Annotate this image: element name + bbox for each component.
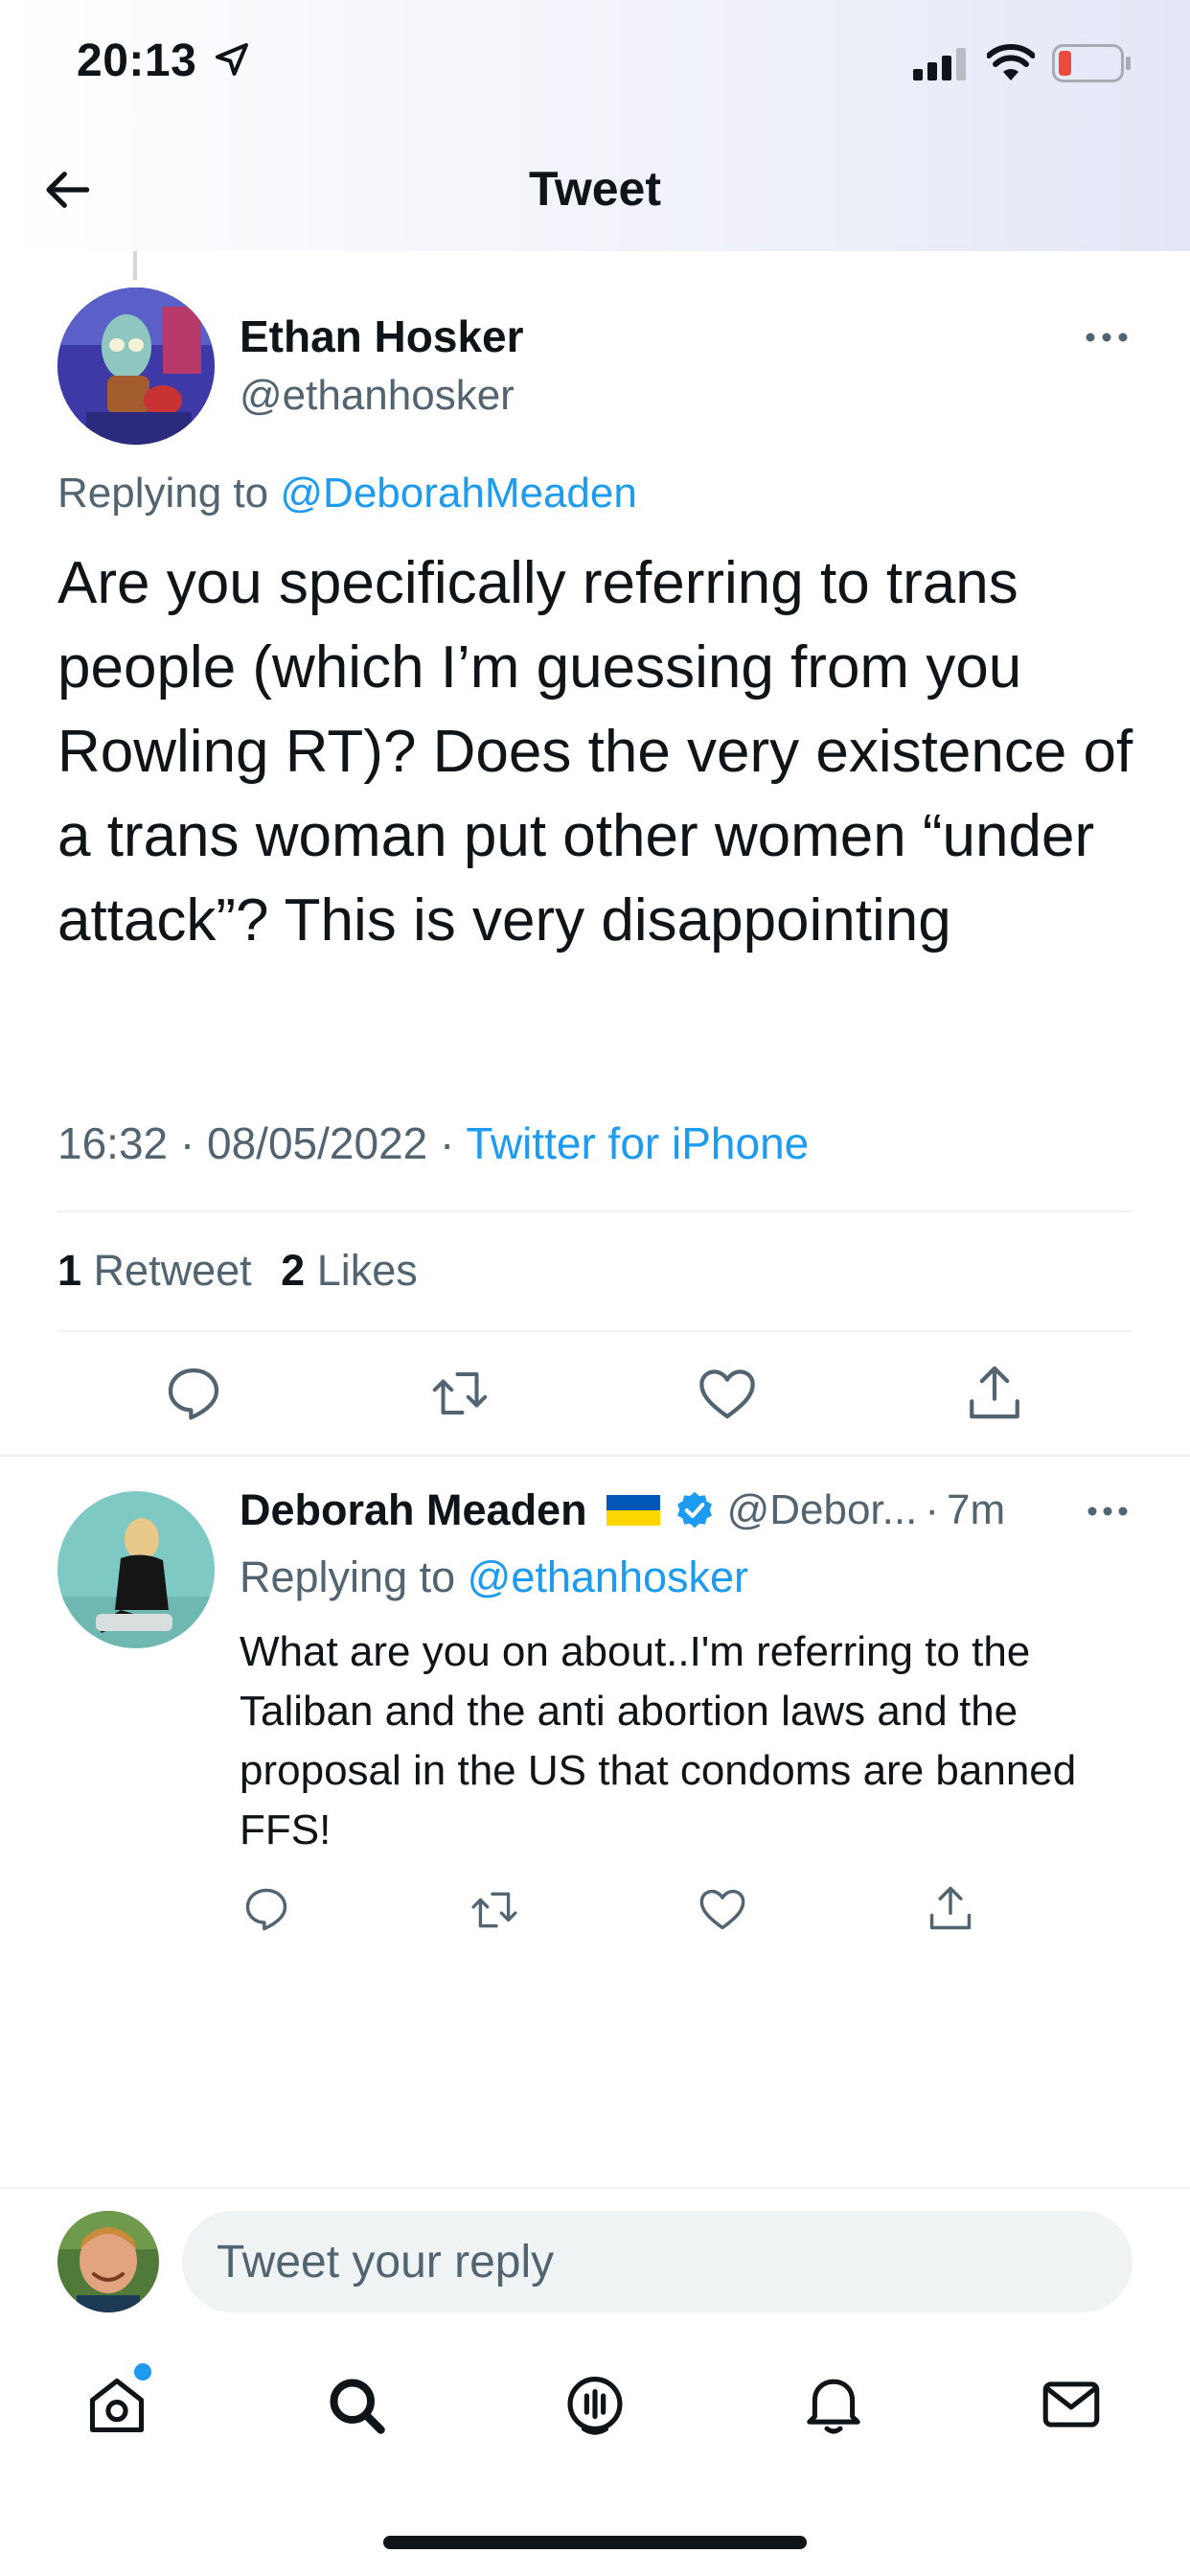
tweet-metadata: 16:32 · 08/05/2022 · Twitter for iPhone [57,1117,809,1169]
thread-line [133,251,137,280]
like-label: Likes [316,1246,418,1295]
avatar-photo [57,2211,159,2312]
messages-icon[interactable] [1039,2375,1104,2434]
retweet-stat[interactable]: 1 Retweet [57,1246,252,1295]
home-icon[interactable] [84,2373,149,2438]
ukraine-flag-icon [606,1495,660,1526]
more-options-icon[interactable] [1085,328,1129,347]
reply-reply-icon[interactable] [241,1884,291,1934]
author-handle[interactable]: @ethanhosker [240,372,515,420]
author-name[interactable]: Ethan Hosker [240,310,524,362]
reply-author-handle[interactable]: @Debor... [727,1486,918,1534]
reply-author-name[interactable]: Deborah Meaden [240,1485,587,1535]
home-notification-dot [134,2363,151,2380]
reply-more-options-icon[interactable] [1087,1502,1129,1521]
retweet-label: Retweet [93,1246,252,1295]
reply-share-icon[interactable] [926,1882,975,1934]
divider [0,1455,1190,1457]
reply-like-icon[interactable] [698,1886,747,1932]
battery-icon [1052,44,1131,82]
reply-replying-to-line: Replying to @ethanhosker [240,1552,748,1602]
tweet-date: 08/05/2022 [207,1118,428,1168]
share-icon[interactable] [964,1361,1025,1424]
reply-header: Deborah Meaden @Debor... · 7m [240,1485,1005,1535]
reply-text: What are you on about..I'm referring to … [240,1628,1077,1853]
cellular-signal-icon [913,48,966,80]
location-arrow-icon [216,43,248,76]
like-stat[interactable]: 2 Likes [281,1246,418,1295]
reply-input[interactable]: Tweet your reply [182,2211,1133,2312]
reply-replying-to-mention[interactable]: @ethanhosker [468,1552,748,1601]
reply-replying-to-label: Replying to [240,1552,456,1601]
retweet-icon[interactable] [427,1365,492,1422]
tweet-source[interactable]: Twitter for iPhone [466,1118,809,1168]
spaces-icon[interactable] [561,2371,629,2440]
separator-dot: · [925,1486,939,1533]
retweet-count: 1 [57,1246,82,1295]
reply-author-avatar[interactable] [57,1491,215,1648]
replying-to-line: Replying to @DeborahMeaden [57,470,637,518]
avatar-illustration [57,288,215,445]
tweet-stats: 1 Retweet 2 Likes [57,1246,418,1296]
like-count: 2 [281,1246,306,1295]
wifi-icon [987,44,1035,80]
reply-age: 7m [947,1486,1006,1533]
reply-input-placeholder: Tweet your reply [217,2236,555,2288]
notifications-icon[interactable] [801,2371,866,2438]
tweet-text: Are you specifically referring to trans … [57,550,1133,954]
current-user-avatar[interactable] [57,2211,159,2312]
divider [57,1330,1133,1332]
separator-dot: · [440,1118,455,1168]
page-title: Tweet [529,162,661,216]
search-icon[interactable] [324,2373,389,2438]
tweet-time: 16:32 [57,1118,169,1168]
reply-icon[interactable] [163,1363,224,1424]
replying-to-label: Replying to [57,470,269,517]
like-icon[interactable] [697,1365,758,1422]
separator-dot: · [179,1118,195,1168]
status-time: 20:13 [77,35,197,86]
replying-to-mention[interactable]: @DeborahMeaden [280,470,636,517]
author-avatar[interactable] [57,288,215,445]
home-indicator[interactable] [383,2536,807,2549]
avatar-photo [57,1491,215,1648]
divider [57,1210,1133,1212]
reply-retweet-icon[interactable] [468,1886,521,1934]
divider [0,2187,1190,2189]
verified-badge-icon [676,1491,712,1529]
